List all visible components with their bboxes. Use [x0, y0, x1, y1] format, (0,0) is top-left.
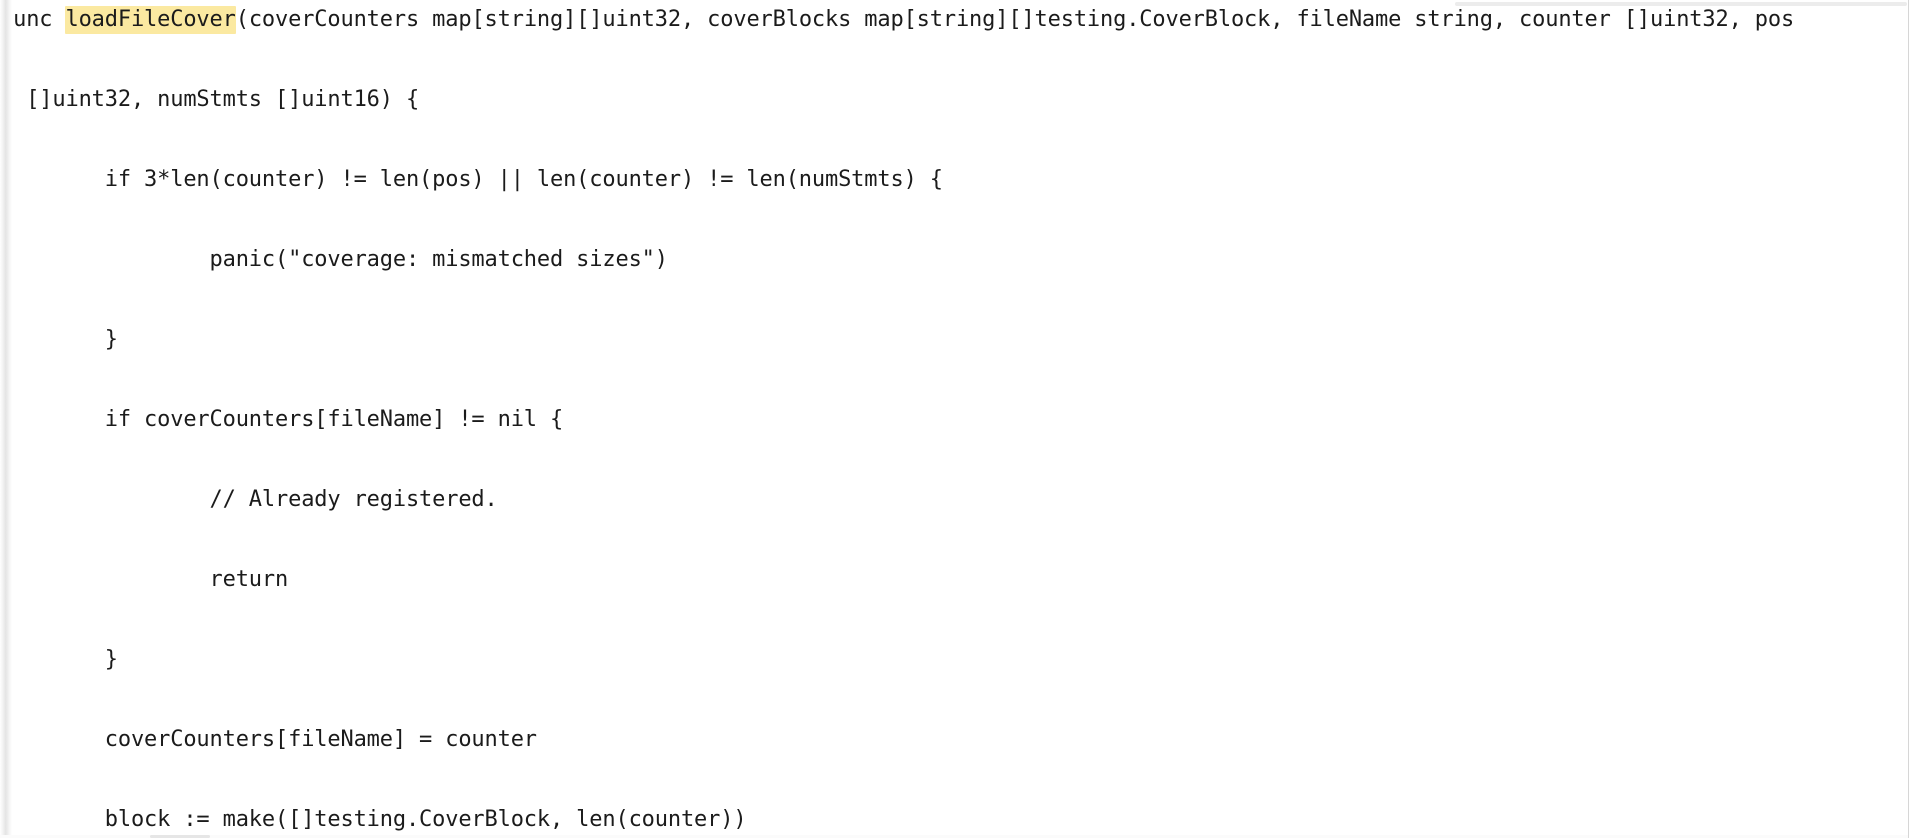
code-line: if coverCounters[fileName] != nil { [0, 407, 564, 432]
highlighted-symbol: loadFileCover [65, 6, 236, 34]
clipped-left-glyph: J [0, 4, 14, 34]
horizontal-scrollbar-thumb-top[interactable] [1455, 2, 1907, 6]
code-viewer-viewport: func loadFileCover(coverCounters map[str… [0, 0, 1920, 838]
code-line: func loadFileCover(coverCounters map[str… [0, 6, 1795, 34]
code-block[interactable]: func loadFileCover(coverCounters map[str… [0, 0, 1908, 838]
code-line: } [0, 327, 118, 352]
code-line: if 3*len(counter) != len(pos) || len(cou… [0, 167, 943, 192]
code-line: coverCounters[fileName] = counter [0, 727, 537, 752]
code-line: panic("coverage: mismatched sizes") [0, 247, 668, 272]
code-line: []uint32, numStmts []uint16) { [0, 87, 420, 112]
code-line: } [0, 647, 118, 672]
code-surface[interactable]: func loadFileCover(coverCounters map[str… [0, 0, 1908, 838]
clipped-left-glyph-text: J [0, 4, 4, 34]
code-line: return [0, 567, 289, 592]
code-line: // Already registered. [0, 487, 498, 512]
panel-right-rule [1908, 0, 1909, 838]
